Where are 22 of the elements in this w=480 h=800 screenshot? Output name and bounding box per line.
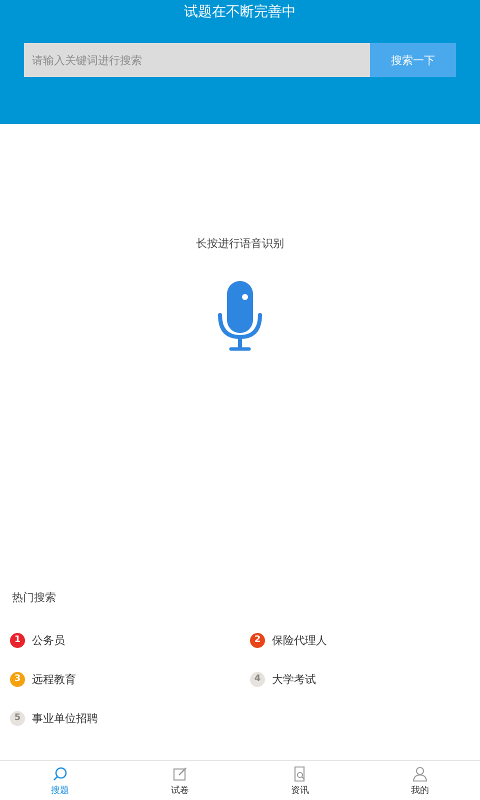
hot-search-item[interactable]: 保险代理人 — [272, 632, 327, 648]
hot-search-item[interactable]: 大学考试 — [272, 672, 316, 686]
hot-search-item[interactable]: 公务员 — [32, 632, 65, 648]
rank-badge: 4 — [250, 672, 265, 686]
search-field[interactable]: 请输入关键词进行搜索 — [24, 43, 370, 77]
rank-badge: 2 — [250, 632, 265, 648]
edit-icon — [171, 764, 189, 782]
tab[interactable]: 搜题 — [0, 761, 120, 800]
rank-badge: 1 — [10, 632, 25, 648]
tab[interactable]: 我的 — [360, 761, 480, 800]
section-title: 热门搜索 — [12, 590, 57, 606]
page-title: 试题在不断完善中 — [183, 3, 297, 22]
rank-badge: 3 — [10, 672, 25, 686]
rank-badge: 5 — [10, 710, 25, 726]
hot-search-item[interactable]: 事业单位招聘 — [32, 710, 98, 726]
tab[interactable]: 试卷 — [120, 761, 240, 800]
hot-search-item[interactable]: 远程教育 — [32, 672, 76, 686]
microphone-icon[interactable] — [217, 281, 263, 351]
tab[interactable]: 资讯 — [240, 761, 360, 800]
voice-hint: 长按进行语音识别 — [196, 236, 284, 251]
person-icon — [411, 764, 429, 782]
search-icon — [51, 764, 69, 782]
